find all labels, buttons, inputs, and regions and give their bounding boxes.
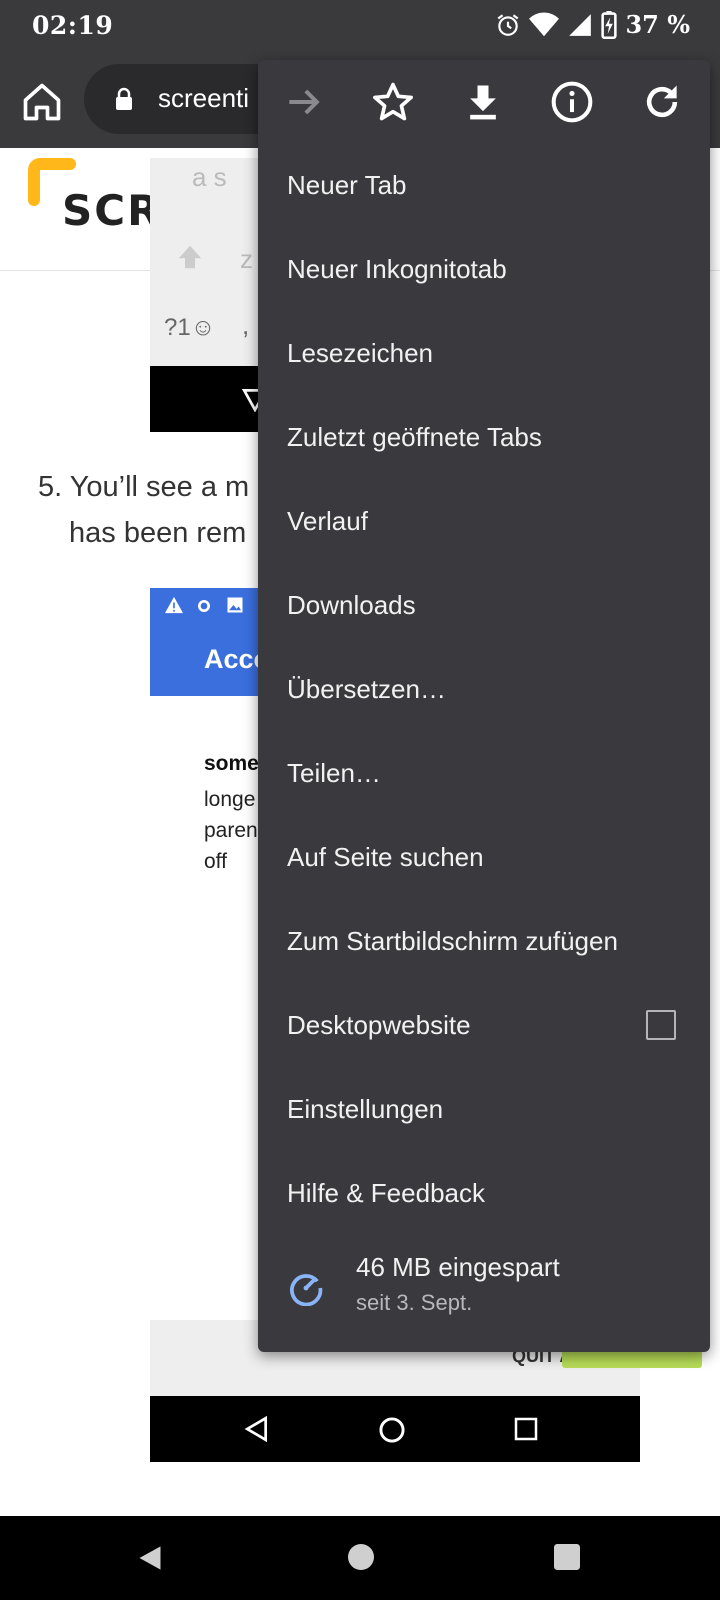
menu-item-recent-tabs[interactable]: Zuletzt geöffnete Tabs <box>258 396 710 480</box>
menu-item-new-tab[interactable]: Neuer Tab <box>258 144 710 228</box>
refresh-icon[interactable] <box>640 80 684 124</box>
menu-item-bookmarks[interactable]: Lesezeichen <box>258 312 710 396</box>
menu-item-find-in-page[interactable]: Auf Seite suchen <box>258 816 710 900</box>
menu-item-label: Neuer Inkognitotab <box>287 254 507 284</box>
star-icon[interactable] <box>371 80 415 124</box>
menu-item-downloads[interactable]: Downloads <box>258 564 710 648</box>
home-circle-icon <box>379 1417 405 1443</box>
menu-item-add-to-home[interactable]: Zum Startbildschirm zufügen <box>258 900 710 984</box>
wifi-icon <box>529 12 560 36</box>
menu-item-data-savings[interactable]: 46 MB eingespart seit 3. Sept. <box>258 1236 710 1336</box>
battery-charging-icon <box>601 10 618 39</box>
keyboard-row2: z <box>240 244 253 274</box>
menu-item-label: Lesezeichen <box>287 338 433 368</box>
keyboard-symbols: ?1☺ <box>164 314 216 341</box>
bold-text-fragment: some <box>204 752 259 775</box>
alarm-icon <box>498 13 519 36</box>
recents-square-icon <box>514 1417 538 1441</box>
back-triangle-icon <box>244 1416 268 1442</box>
menu-item-settings[interactable]: Einstellungen <box>258 1068 710 1152</box>
menu-item-desktop-site[interactable]: Desktopwebsite <box>258 984 710 1068</box>
status-icons: 37 % <box>495 10 690 39</box>
desktop-site-checkbox[interactable] <box>646 1010 676 1040</box>
keyboard-comma: , <box>242 310 250 340</box>
savings-subtitle: seit 3. Sept. <box>356 1290 473 1315</box>
menu-item-label: Teilen… <box>287 758 381 788</box>
nav-recents-icon[interactable] <box>554 1544 580 1570</box>
menu-item-translate[interactable]: Übersetzen… <box>258 648 710 732</box>
menu-item-label: Übersetzen… <box>287 674 446 704</box>
menu-item-history[interactable]: Verlauf <box>258 480 710 564</box>
menu-item-label: Auf Seite suchen <box>287 842 484 872</box>
forward-arrow-icon[interactable] <box>282 80 326 124</box>
shift-icon <box>178 245 202 269</box>
body-line-3: off <box>204 850 227 873</box>
body-line-2: paren <box>204 819 258 842</box>
menu-item-label: Zum Startbildschirm zufügen <box>287 926 618 956</box>
menu-item-new-incognito-tab[interactable]: Neuer Inkognitotab <box>258 228 710 312</box>
status-time: 02:19 <box>32 11 114 40</box>
system-nav-bar <box>0 1516 720 1600</box>
download-icon[interactable] <box>461 80 505 124</box>
menu-item-label: Verlauf <box>287 506 368 536</box>
menu-item-label: Zuletzt geöffnete Tabs <box>287 422 542 452</box>
step-line-1: 5. You’ll see a m <box>38 471 250 503</box>
menu-item-label: Downloads <box>287 590 416 620</box>
menu-item-label: Neuer Tab <box>287 170 407 200</box>
speedometer-icon <box>290 1274 323 1306</box>
keyboard-row1: a s <box>192 162 227 192</box>
nav-back-icon[interactable] <box>136 1544 164 1572</box>
nav-home-icon[interactable] <box>348 1544 374 1570</box>
menu-item-help-feedback[interactable]: Hilfe & Feedback <box>258 1152 710 1236</box>
sync-icon <box>198 600 210 612</box>
url-text: screenti <box>158 83 250 113</box>
menu-icon-row <box>258 60 710 144</box>
overflow-menu: Neuer Tab Neuer Inkognitotab Lesezeichen… <box>258 60 710 1352</box>
warning-icon <box>165 596 183 614</box>
menu-item-label: Einstellungen <box>287 1094 444 1124</box>
menu-item-share[interactable]: Teilen… <box>258 732 710 816</box>
body-text-fragment: longe paren off <box>204 784 258 877</box>
battery-percent: 37 % <box>625 10 690 39</box>
screenshot-nav-bar <box>150 1396 640 1462</box>
status-bar: 02:19 37 % <box>0 0 720 52</box>
signal-icon <box>569 13 592 36</box>
menu-item-label: Desktopwebsite <box>287 1010 471 1040</box>
step-line-2: has been rem <box>69 517 247 549</box>
step-text: 5. You’ll see a m has been rem <box>38 464 249 556</box>
menu-item-label: Hilfe & Feedback <box>287 1178 485 1208</box>
lock-icon <box>116 87 132 110</box>
savings-title: 46 MB eingespart <box>356 1252 560 1282</box>
image-icon <box>227 597 243 613</box>
home-icon[interactable] <box>20 80 64 124</box>
body-line-1: longe <box>204 788 256 811</box>
info-icon[interactable] <box>550 80 594 124</box>
